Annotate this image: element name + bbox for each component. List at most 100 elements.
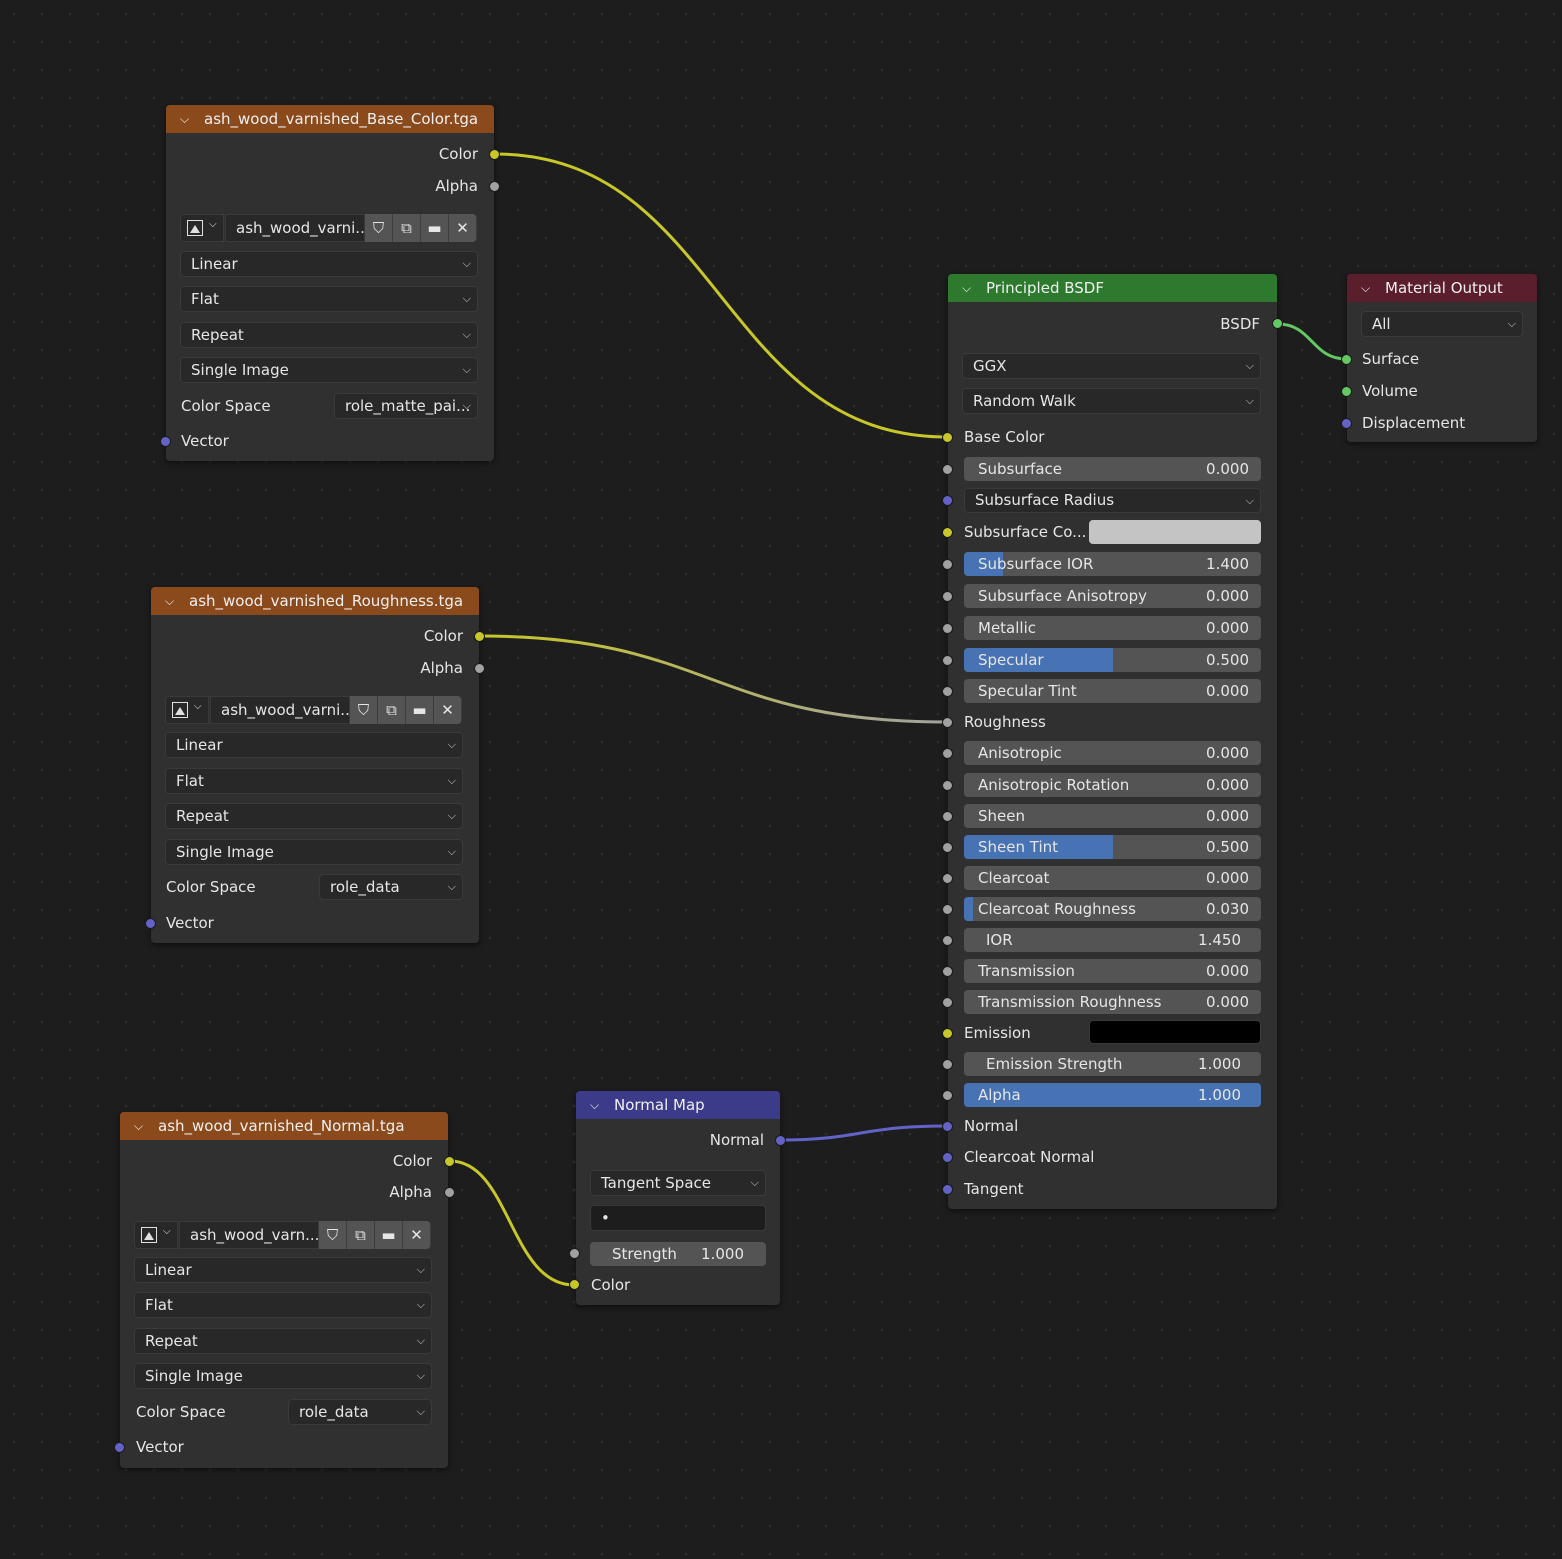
output-color-socket[interactable]	[444, 1156, 455, 1167]
output-normal-socket[interactable]	[775, 1135, 786, 1146]
source-dropdown[interactable]: Single Image ⌵	[134, 1363, 432, 1389]
output-color-socket[interactable]	[474, 631, 485, 642]
uv-map-field[interactable]: •	[590, 1205, 766, 1231]
emission-color-swatch[interactable]	[1089, 1020, 1261, 1044]
chevron-down-icon[interactable]: ⌵	[134, 1119, 152, 1134]
space-dropdown[interactable]: Tangent Space ⌵	[590, 1170, 766, 1196]
input-sheen-tint-socket[interactable]	[942, 842, 953, 853]
chevron-down-icon[interactable]: ⌵	[590, 1098, 608, 1113]
subsurface-slider[interactable]: Subsurface 0.000	[964, 457, 1261, 481]
anisotropic-rotation-slider[interactable]: Anisotropic Rotation 0.000	[964, 773, 1261, 797]
input-subsurface-radius-socket[interactable]	[942, 495, 953, 506]
duplicate-icon[interactable]: ⧉	[393, 214, 421, 242]
image-browse-button[interactable]: ⌵	[165, 696, 209, 724]
specular-tint-slider[interactable]: Specular Tint 0.000	[964, 679, 1261, 703]
input-sheen-socket[interactable]	[942, 811, 953, 822]
chevron-down-icon[interactable]: ⌵	[165, 594, 183, 609]
projection-dropdown[interactable]: Flat ⌵	[134, 1292, 432, 1318]
strength-slider[interactable]: Strength 1.000	[590, 1242, 766, 1266]
input-clearcoat-normal-socket[interactable]	[942, 1152, 953, 1163]
distribution-dropdown[interactable]: GGX ⌵	[962, 353, 1261, 379]
subsurface-ior-slider[interactable]: Subsurface IOR 1.400	[964, 552, 1261, 576]
input-vector-socket[interactable]	[114, 1442, 125, 1453]
image-texture-node-roughness[interactable]: ⌵ ash_wood_varnished_Roughness.tga Color…	[145, 587, 485, 943]
projection-dropdown[interactable]: Flat ⌵	[165, 768, 463, 794]
chevron-down-icon[interactable]: ⌵	[180, 112, 198, 127]
link-roughness[interactable]	[479, 634, 948, 724]
node-header[interactable]: ⌵ Principled BSDF	[948, 274, 1277, 302]
image-browse-button[interactable]: ⌵	[134, 1221, 178, 1249]
color-space-dropdown[interactable]: role_data ⌵	[319, 874, 463, 900]
chevron-down-icon[interactable]: ⌵	[1361, 281, 1379, 296]
extension-dropdown[interactable]: Repeat ⌵	[165, 803, 463, 829]
link-normal[interactable]	[780, 1124, 948, 1142]
color-space-dropdown[interactable]: role_matte_pai... ⌵	[334, 393, 478, 419]
input-clearcoat-roughness-socket[interactable]	[942, 904, 953, 915]
close-icon[interactable]: ✕	[403, 1221, 431, 1249]
node-header[interactable]: ⌵ ash_wood_varnished_Base_Color.tga	[166, 105, 494, 133]
specular-slider[interactable]: Specular 0.500	[964, 648, 1261, 672]
sheen-tint-slider[interactable]: Sheen Tint 0.500	[964, 835, 1261, 859]
input-metallic-socket[interactable]	[942, 623, 953, 634]
extension-dropdown[interactable]: Repeat ⌵	[180, 322, 478, 348]
node-header[interactable]: ⌵ Normal Map	[576, 1091, 780, 1119]
sheen-slider[interactable]: Sheen 0.000	[964, 804, 1261, 828]
input-roughness-socket[interactable]	[942, 717, 953, 728]
node-header[interactable]: ⌵ ash_wood_varnished_Roughness.tga	[151, 587, 479, 615]
source-dropdown[interactable]: Single Image ⌵	[180, 357, 478, 383]
image-name-field[interactable]: ash_wood_varni...	[225, 214, 365, 242]
duplicate-icon[interactable]: ⧉	[378, 696, 406, 724]
normal-map-node[interactable]: ⌵ Normal Map Normal Tangent Space ⌵ • St…	[569, 1091, 786, 1305]
node-header[interactable]: ⌵ ash_wood_varnished_Normal.tga	[120, 1112, 448, 1140]
close-icon[interactable]: ✕	[434, 696, 462, 724]
output-alpha-socket[interactable]	[489, 181, 500, 192]
interpolation-dropdown[interactable]: Linear ⌵	[165, 732, 463, 758]
subsurface-anisotropy-slider[interactable]: Subsurface Anisotropy 0.000	[964, 584, 1261, 608]
output-color-socket[interactable]	[489, 149, 500, 160]
principled-bsdf-node[interactable]: ⌵ Principled BSDF BSDF GGX ⌵ Random Walk…	[942, 274, 1283, 1209]
interpolation-dropdown[interactable]: Linear ⌵	[134, 1257, 432, 1283]
anisotropic-slider[interactable]: Anisotropic 0.000	[964, 741, 1261, 765]
link-basecolor[interactable]	[494, 152, 948, 439]
extension-dropdown[interactable]: Repeat ⌵	[134, 1328, 432, 1354]
input-color-socket[interactable]	[569, 1279, 580, 1290]
input-subsurface-color-socket[interactable]	[942, 527, 953, 538]
source-dropdown[interactable]: Single Image ⌵	[165, 839, 463, 865]
input-surface-socket[interactable]	[1341, 354, 1352, 365]
subsurface-radius-dropdown[interactable]: Subsurface Radius ⌵	[964, 488, 1261, 513]
output-alpha-socket[interactable]	[444, 1187, 455, 1198]
input-displacement-socket[interactable]	[1341, 418, 1352, 429]
projection-dropdown[interactable]: Flat ⌵	[180, 286, 478, 312]
image-texture-node-base-color[interactable]: ⌵ ash_wood_varnished_Base_Color.tga Colo…	[160, 105, 500, 461]
transmission-slider[interactable]: Transmission 0.000	[964, 959, 1261, 983]
shield-icon[interactable]: ⛉	[350, 696, 378, 724]
chevron-down-icon[interactable]: ⌵	[962, 281, 980, 296]
input-normal-socket[interactable]	[942, 1121, 953, 1132]
folder-icon[interactable]: ▬	[375, 1221, 403, 1249]
target-dropdown[interactable]: All ⌵	[1361, 311, 1523, 337]
subsurface-method-dropdown[interactable]: Random Walk ⌵	[962, 388, 1261, 414]
interpolation-dropdown[interactable]: Linear ⌵	[180, 251, 478, 277]
image-texture-node-normal[interactable]: ⌵ ash_wood_varnished_Normal.tga Color Al…	[114, 1112, 455, 1468]
input-vector-socket[interactable]	[145, 918, 156, 929]
clearcoat-slider[interactable]: Clearcoat 0.000	[964, 866, 1261, 890]
node-header[interactable]: ⌵ Material Output	[1347, 274, 1537, 302]
input-base-color-socket[interactable]	[942, 432, 953, 443]
output-alpha-socket[interactable]	[474, 663, 485, 674]
input-transmission-roughness-socket[interactable]	[942, 997, 953, 1008]
input-vector-socket[interactable]	[160, 436, 171, 447]
image-selector[interactable]: ⌵ ash_wood_varn... ⛉ ⧉ ▬ ✕	[134, 1221, 432, 1249]
input-volume-socket[interactable]	[1341, 386, 1352, 397]
transmission-roughness-slider[interactable]: Transmission Roughness 0.000	[964, 990, 1261, 1014]
color-space-dropdown[interactable]: role_data ⌵	[288, 1399, 432, 1425]
shield-icon[interactable]: ⛉	[319, 1221, 347, 1249]
input-emission-socket[interactable]	[942, 1028, 953, 1039]
link-bsdf-surface[interactable]	[1277, 322, 1347, 361]
image-name-field[interactable]: ash_wood_varni...	[210, 696, 350, 724]
input-strength-socket[interactable]	[569, 1248, 580, 1259]
input-transmission-socket[interactable]	[942, 966, 953, 977]
close-icon[interactable]: ✕	[449, 214, 477, 242]
alpha-slider[interactable]: Alpha 1.000	[964, 1083, 1261, 1107]
metallic-slider[interactable]: Metallic 0.000	[964, 616, 1261, 640]
duplicate-icon[interactable]: ⧉	[347, 1221, 375, 1249]
